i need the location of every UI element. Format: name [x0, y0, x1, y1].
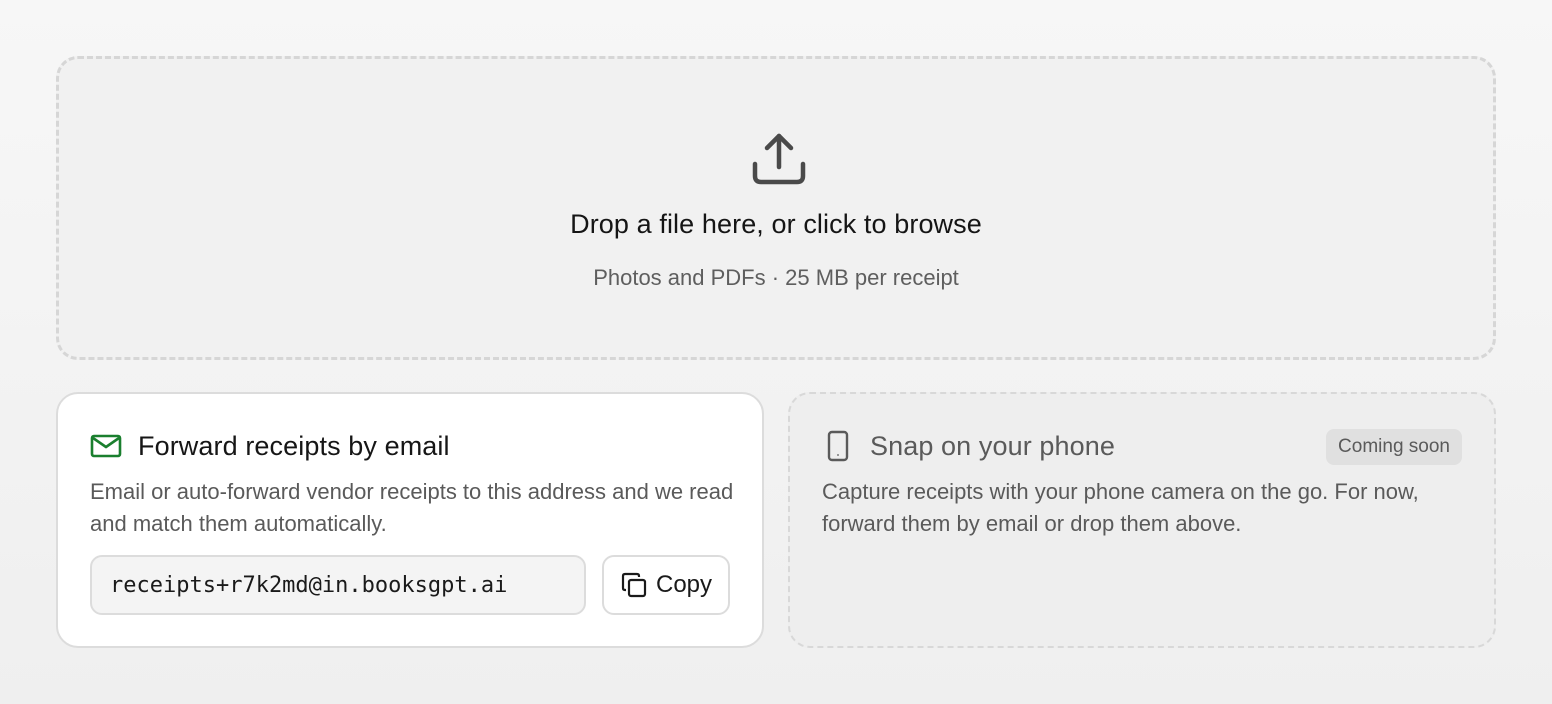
- dropzone-title: Drop a file here, or click to browse: [570, 209, 982, 239]
- email-card-heading: Forward receipts by email: [138, 430, 450, 461]
- phone-card-header: Snap on your phone: [822, 430, 1115, 462]
- phone-card-description: Capture receipts with your phone camera …: [822, 479, 1419, 536]
- phone-card-heading: Snap on your phone: [870, 430, 1115, 461]
- copy-icon: [620, 571, 648, 599]
- mail-icon: [90, 430, 122, 462]
- email-forward-card: Forward receipts by email Email or auto-…: [56, 392, 764, 648]
- email-card-description: Email or auto-forward vendor receipts to…: [90, 479, 734, 536]
- coming-soon-badge: Coming soon: [1326, 429, 1462, 465]
- phone-capture-card: Snap on your phone Coming soon Capture r…: [788, 392, 1496, 648]
- phone-icon: [822, 430, 854, 462]
- file-dropzone[interactable]: Drop a file here, or click to browse Pho…: [56, 56, 1496, 360]
- dropzone-subtitle: Photos and PDFs · 25 MB per receipt: [593, 265, 959, 290]
- copy-address-button[interactable]: Copy: [602, 555, 730, 615]
- email-card-header: Forward receipts by email: [90, 430, 450, 462]
- copy-button-label: Copy: [655, 571, 713, 598]
- forwarding-address-field[interactable]: [90, 555, 586, 615]
- upload-icon: [750, 130, 808, 188]
